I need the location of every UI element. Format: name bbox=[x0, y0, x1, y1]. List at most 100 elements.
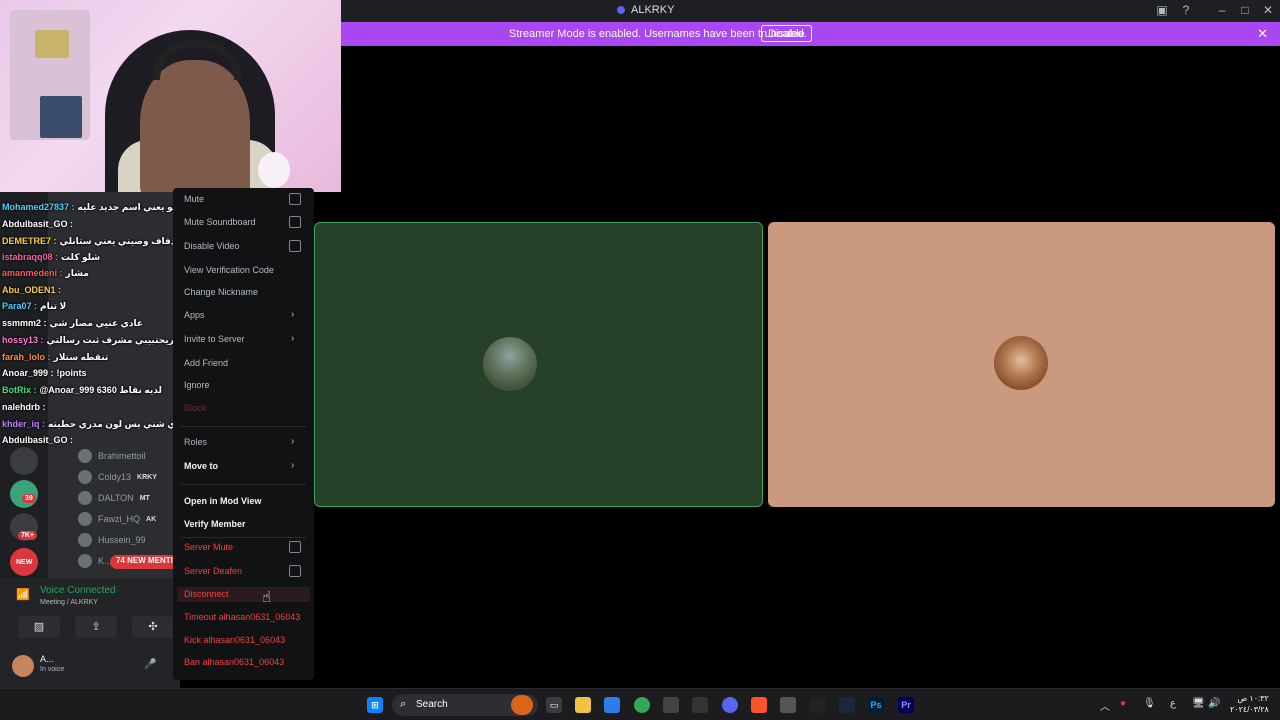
menu-divider bbox=[181, 484, 306, 485]
menu-disable-video[interactable]: Disable Video bbox=[184, 241, 239, 251]
lamp bbox=[258, 152, 290, 188]
file-explorer-icon[interactable] bbox=[575, 697, 591, 713]
task-view-icon[interactable]: ▭ bbox=[546, 697, 562, 713]
menu-mute-soundboard[interactable]: Mute Soundboard bbox=[184, 217, 256, 227]
chat-line: istabraqq08 : شلو كلت bbox=[2, 252, 100, 263]
member-tag: AK bbox=[146, 515, 157, 523]
server-deafen-checkbox[interactable] bbox=[289, 565, 301, 577]
help-icon[interactable]: ? bbox=[1177, 3, 1195, 17]
menu-change-nickname[interactable]: Change Nickname bbox=[184, 287, 258, 297]
participant-avatar bbox=[994, 336, 1048, 390]
menu-apps[interactable]: Apps bbox=[184, 310, 205, 320]
menu-view-verification-code[interactable]: View Verification Code bbox=[184, 265, 274, 275]
search-highlight-icon[interactable] bbox=[511, 695, 533, 715]
menu-verify-member[interactable]: Verify Member bbox=[184, 519, 246, 529]
voice-member[interactable]: DALTON MT bbox=[78, 491, 150, 505]
signal-icon[interactable]: 📶 bbox=[16, 588, 30, 601]
maximize-button[interactable]: □ bbox=[1236, 3, 1254, 17]
server-mute-checkbox[interactable] bbox=[289, 541, 301, 553]
chat-text: شلو كلت bbox=[61, 252, 101, 262]
network-icon[interactable]: 🖥 bbox=[1192, 698, 1205, 709]
user-avatar[interactable] bbox=[12, 655, 34, 677]
screen-share-icon[interactable]: ⇪ bbox=[75, 616, 117, 638]
chat-line: Abdulbasit_GO : bbox=[2, 435, 76, 445]
brave-icon[interactable] bbox=[751, 697, 767, 713]
chevron-up-icon[interactable]: ︿ bbox=[1100, 698, 1110, 713]
taskbar-clock[interactable]: ١٠:٣٢ ص ٢٠٢٤/٠٣/٢٨ bbox=[1230, 693, 1269, 715]
avatar bbox=[78, 512, 92, 526]
voice-member[interactable]: Hussein_99 bbox=[78, 533, 146, 547]
menu-roles[interactable]: Roles bbox=[184, 437, 207, 447]
chrome-icon[interactable] bbox=[634, 697, 650, 713]
video-tile-user-1[interactable] bbox=[314, 222, 763, 507]
video-toggle-icon[interactable]: ▨ bbox=[18, 616, 60, 638]
member-name: Brahimettoil bbox=[98, 451, 146, 461]
menu-invite-to-server[interactable]: Invite to Server bbox=[184, 334, 245, 344]
voice-location[interactable]: Meeting / ALKRKY bbox=[40, 599, 98, 606]
chat-user: Para07 : bbox=[2, 301, 38, 311]
menu-move-to[interactable]: Move to bbox=[184, 461, 218, 471]
member-name: Fawzi_HQ bbox=[98, 514, 141, 524]
chat-text: مشار bbox=[65, 268, 89, 278]
mute-soundboard-checkbox[interactable] bbox=[289, 216, 301, 228]
discord-icon[interactable] bbox=[722, 697, 738, 713]
capcut-icon[interactable] bbox=[810, 697, 826, 713]
minimize-button[interactable]: – bbox=[1213, 3, 1231, 17]
menu-divider bbox=[181, 426, 306, 427]
disable-video-checkbox[interactable] bbox=[289, 240, 301, 252]
menu-ignore[interactable]: Ignore bbox=[184, 380, 210, 390]
chat-line: Abdulbasit_GO : bbox=[2, 219, 76, 229]
chat-text: عادي عنيي مصار شي bbox=[49, 318, 143, 328]
discord-logo-icon bbox=[617, 6, 625, 14]
chat-line: DEMETRE7 : دفاف وصيني يعني ستانلي bbox=[2, 236, 175, 247]
tray-app-icon[interactable]: ● bbox=[1120, 698, 1126, 709]
menu-open-in-mod-view[interactable]: Open in Mod View bbox=[184, 496, 261, 506]
mouse-cursor-icon: ☝ bbox=[262, 589, 272, 606]
voice-member[interactable]: K... bbox=[78, 554, 112, 568]
steam-client-icon[interactable] bbox=[839, 697, 855, 713]
start-menu-icon[interactable]: ⊞ bbox=[367, 697, 383, 713]
screen-share-icon[interactable]: ▣ bbox=[1153, 3, 1171, 17]
app-icon[interactable] bbox=[663, 697, 679, 713]
menu-mute[interactable]: Mute bbox=[184, 194, 204, 204]
chat-user: farah_lolo : bbox=[2, 352, 51, 362]
windows-taskbar: ⊞ ⌕ Search ▭ Ps Pr ︿ ● 🎙 ع 🖥 🔊 ١٠:٣٢ ص ٢… bbox=[0, 688, 1280, 720]
voice-member[interactable]: Fawzi_HQ AK bbox=[78, 512, 156, 526]
close-window-button[interactable]: ✕ bbox=[1259, 3, 1277, 17]
avatar bbox=[78, 491, 92, 505]
store-icon[interactable] bbox=[604, 697, 620, 713]
menu-kick-user[interactable]: Kick alhasan0631_06043 bbox=[184, 635, 285, 645]
mute-checkbox[interactable] bbox=[289, 193, 301, 205]
voice-member[interactable]: Brahimettoil bbox=[78, 449, 152, 463]
chat-line: khder_iq : هاي شني بس لون مدري حطيته bbox=[2, 419, 185, 430]
menu-disconnect[interactable]: Disconnect bbox=[184, 589, 229, 599]
menu-ban-user[interactable]: Ban alhasan0631_06043 bbox=[184, 657, 284, 667]
chat-user: Mohamed27837 : bbox=[2, 202, 75, 212]
voice-connected-panel: 📶 Voice Connected Meeting / ALKRKY ▨ ⇪ ✣ bbox=[0, 578, 180, 644]
window-title-text: ALKRKY bbox=[631, 4, 675, 16]
chat-user: DEMETRE7 : bbox=[2, 236, 57, 246]
close-banner-icon[interactable]: ✕ bbox=[1257, 26, 1268, 42]
menu-server-deafen[interactable]: Server Deafen bbox=[184, 566, 242, 576]
chat-line: ssmmm2 : عادي عنيي مصار شي bbox=[2, 318, 143, 329]
menu-timeout-user[interactable]: Timeout alhasan0631_06043 bbox=[184, 612, 300, 622]
language-indicator[interactable]: ع bbox=[1170, 698, 1176, 709]
avatar bbox=[78, 554, 92, 568]
menu-server-mute[interactable]: Server Mute bbox=[184, 542, 233, 552]
microphone-icon[interactable]: 🎤 bbox=[144, 659, 156, 670]
photoshop-icon[interactable]: Ps bbox=[868, 697, 884, 713]
volume-icon[interactable]: 🔊 bbox=[1208, 698, 1220, 709]
voice-member[interactable]: Coldy13 KRKY bbox=[78, 470, 157, 484]
video-tile-user-2[interactable] bbox=[768, 222, 1275, 507]
activities-icon[interactable]: ✣ bbox=[132, 616, 174, 638]
premiere-icon[interactable]: Pr bbox=[898, 697, 914, 713]
clock-time: ١٠:٣٢ ص bbox=[1237, 694, 1269, 703]
app-icon[interactable] bbox=[780, 697, 796, 713]
server-icon[interactable] bbox=[10, 447, 38, 475]
steam-icon[interactable] bbox=[692, 697, 708, 713]
menu-add-friend[interactable]: Add Friend bbox=[184, 358, 228, 368]
microphone-icon[interactable]: 🎙 bbox=[1143, 698, 1156, 709]
disable-streamer-mode-button[interactable]: Disable bbox=[761, 25, 812, 42]
menu-block[interactable]: Block bbox=[184, 403, 206, 413]
avatar bbox=[78, 470, 92, 484]
